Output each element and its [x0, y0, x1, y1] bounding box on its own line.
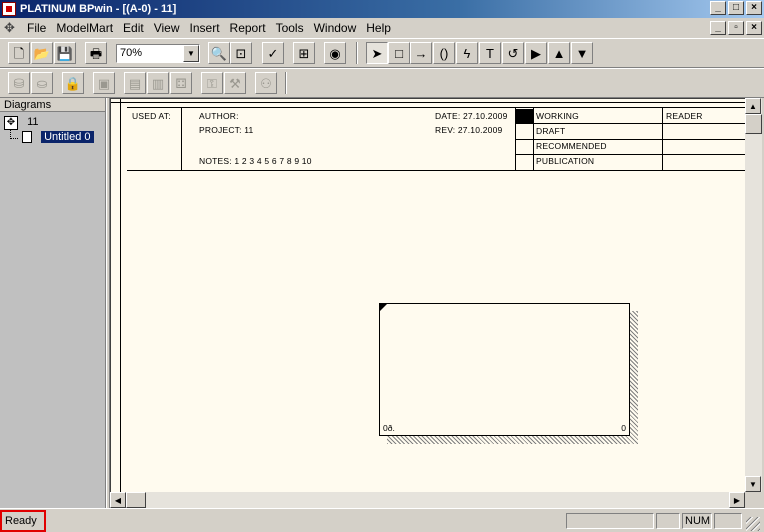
squiggle-tool-icon[interactable]: ()	[433, 42, 455, 64]
arrow-tool-icon[interactable]: →	[410, 42, 432, 64]
horizontal-scroll-thumb[interactable]	[126, 492, 146, 508]
save-icon[interactable]: 💾	[54, 42, 76, 64]
triangle-down-icon[interactable]: ▼	[571, 42, 593, 64]
notes-label: NOTES: 1 2 3 4 5 6 7 8 9 10	[199, 156, 312, 166]
status-draft: DRAFT	[536, 126, 566, 136]
print-icon[interactable]: 🖶	[85, 42, 107, 64]
zoom-fit-icon[interactable]: ⊡	[230, 42, 252, 64]
tree-item-label: Untitled 0	[41, 131, 94, 143]
child-restore-button[interactable]: ▫	[728, 21, 744, 35]
status-cell-4	[714, 513, 742, 529]
tree-root[interactable]: ✥ 11	[4, 114, 38, 130]
lock-icon[interactable]: 🔒	[62, 72, 84, 94]
status-publication: PUBLICATION	[536, 156, 595, 166]
child-close-button[interactable]: ×	[746, 21, 762, 35]
app-icon	[2, 2, 16, 16]
menu-tools[interactable]: Tools	[271, 21, 309, 35]
resize-grip-icon[interactable]	[746, 517, 760, 531]
vertical-scrollbar[interactable]: ▲ ▼	[745, 98, 762, 492]
menu-edit[interactable]: Edit	[118, 21, 149, 35]
diagram-canvas[interactable]: USED AT: AUTHOR: PROJECT: 11 NOTES: 1 2 …	[110, 98, 745, 492]
box-tool-icon[interactable]: □	[388, 42, 410, 64]
triangle-up-icon[interactable]: ▲	[548, 42, 570, 64]
menu-report[interactable]: Report	[225, 21, 271, 35]
disconnect-icon[interactable]: ⛀	[31, 72, 53, 94]
tree-root-label: 11	[27, 116, 39, 128]
idef0-title-frame: USED AT: AUTHOR: PROJECT: 11 NOTES: 1 2 …	[127, 107, 745, 171]
zoom-select[interactable]: 70% ▼	[116, 44, 200, 63]
save-model-icon[interactable]: ▥	[147, 72, 169, 94]
security-icon[interactable]: ⚿	[201, 72, 223, 94]
box-number: 0	[621, 423, 626, 433]
rotate-tool-icon[interactable]: ↺	[502, 42, 524, 64]
menu-modelmart[interactable]: ModelMart	[51, 21, 118, 35]
status-working: WORKING	[536, 111, 579, 121]
box-node-label: 0ð.	[383, 423, 395, 433]
status-ready: Ready	[0, 510, 46, 532]
users-icon[interactable]: ⚇	[255, 72, 277, 94]
menu-file[interactable]: File	[22, 21, 51, 35]
maximize-button[interactable]: □	[728, 1, 744, 15]
open-folder-icon[interactable]: 📂	[31, 42, 53, 64]
status-cell-1	[566, 513, 654, 529]
horizontal-scrollbar[interactable]: ◀ ▶	[110, 492, 745, 508]
open-model-icon[interactable]: ▤	[124, 72, 146, 94]
main-toolbar: 🗋 📂 💾 🖶 70% ▼ 🔍 ⊡ ✓ ⊞ ◉ ➤ □ → () ϟ T ↺ ▶…	[0, 38, 764, 68]
diagram-root-icon: ✥	[4, 116, 18, 130]
text-tool-icon[interactable]: T	[479, 42, 501, 64]
scroll-left-icon[interactable]: ◀	[110, 492, 126, 508]
close-button[interactable]: ×	[746, 1, 762, 15]
date-label: DATE: 27.10.2009	[435, 111, 508, 121]
scroll-right-icon[interactable]: ▶	[729, 492, 745, 508]
author-label: AUTHOR:	[199, 111, 239, 121]
chevron-down-icon[interactable]: ▼	[183, 45, 199, 62]
diagrams-header: Diagrams	[0, 98, 105, 112]
vertical-scroll-thumb[interactable]	[745, 114, 762, 134]
menu-view[interactable]: View	[149, 21, 185, 35]
title-bar[interactable]: PLATINUM BPwin - [(A-0) - 11] _ □ ×	[0, 0, 764, 18]
library-icon[interactable]: ▣	[93, 72, 115, 94]
tree-item-untitled[interactable]: Untitled 0	[22, 129, 94, 145]
document-icon	[22, 131, 32, 144]
scroll-down-icon[interactable]: ▼	[745, 476, 761, 492]
pointer-tool-icon[interactable]: ➤	[366, 42, 388, 64]
rev-label: REV: 27.10.2009	[435, 125, 503, 135]
status-cell-2	[656, 513, 680, 529]
spell-check-icon[interactable]: ✓	[262, 42, 284, 64]
diagram-tree-pane: Diagrams ✥ 11 Untitled 0	[0, 98, 106, 508]
project-label: PROJECT: 11	[199, 125, 254, 135]
zoom-in-icon[interactable]: 🔍	[208, 42, 230, 64]
child-minimize-button[interactable]: _	[710, 21, 726, 35]
lightning-tool-icon[interactable]: ϟ	[456, 42, 478, 64]
menu-bar: ✥ File ModelMart Edit View Insert Report…	[0, 18, 764, 38]
status-bar: Ready NUM	[0, 508, 764, 532]
tools-icon[interactable]: ⚒	[224, 72, 246, 94]
minimize-button[interactable]: _	[710, 1, 726, 15]
menu-window[interactable]: Window	[309, 21, 362, 35]
triangle-right-icon[interactable]: ▶	[525, 42, 547, 64]
connect-icon[interactable]: ⛁	[8, 72, 30, 94]
modelmart-globe-icon[interactable]: ◉	[324, 42, 346, 64]
status-num: NUM	[682, 513, 712, 529]
used-at-label: USED AT:	[132, 111, 171, 121]
zoom-value: 70%	[120, 47, 143, 59]
activity-box[interactable]: 0ð. 0	[379, 303, 630, 436]
child-window-icon[interactable]: ✥	[4, 20, 20, 36]
menu-help[interactable]: Help	[361, 21, 396, 35]
window-title: PLATINUM BPwin - [(A-0) - 11]	[20, 3, 177, 15]
scroll-up-icon[interactable]: ▲	[745, 98, 761, 114]
status-recommended: RECOMMENDED	[536, 141, 607, 151]
menu-insert[interactable]: Insert	[185, 21, 225, 35]
modelmart-toolbar: ⛁ ⛀ 🔒 ▣ ▤ ▥ ⚃ ⚿ ⚒ ⚇	[0, 68, 764, 98]
merge-icon[interactable]: ⚃	[170, 72, 192, 94]
new-file-icon[interactable]: 🗋	[8, 42, 30, 64]
reader-label: READER	[666, 111, 703, 121]
model-explorer-icon[interactable]: ⊞	[293, 42, 315, 64]
